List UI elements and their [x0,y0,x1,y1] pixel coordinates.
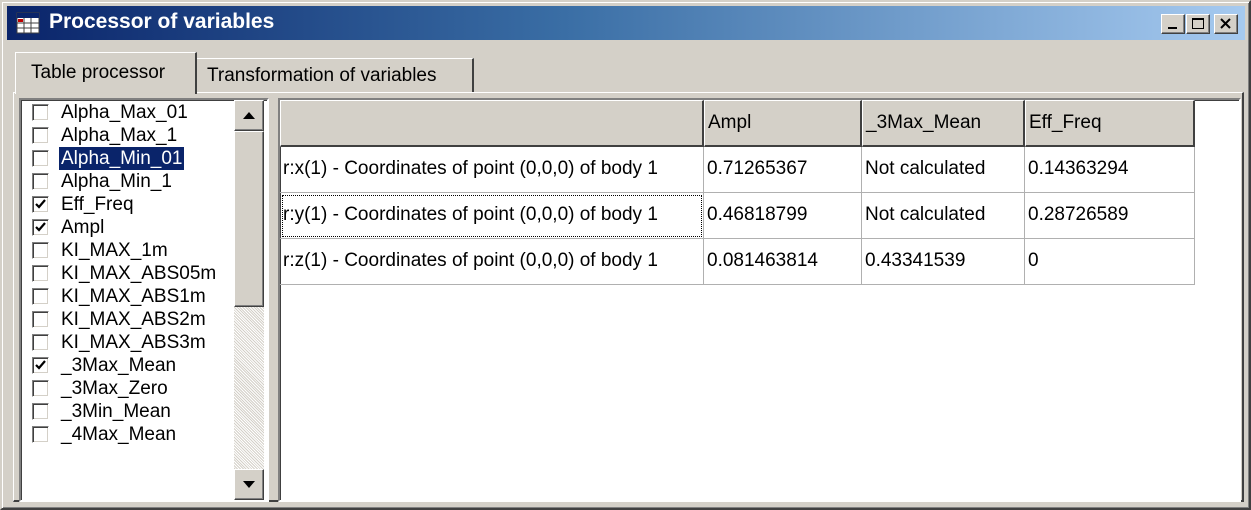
variable-checkbox[interactable] [32,288,49,305]
scroll-up-button[interactable] [234,100,264,131]
variable-label: _3Max_Mean [61,355,177,376]
grid-table-icon [16,12,40,34]
variable-checkbox[interactable] [32,403,49,420]
maximize-icon [1192,18,1204,29]
minimize-button[interactable] [1161,14,1185,34]
variable-checkbox[interactable] [32,311,49,328]
variable-label: _4Max_Mean [61,424,177,445]
variable-checkbox[interactable] [32,357,49,374]
title-bar[interactable]: Processor of variables [7,6,1245,40]
table-cell[interactable]: 0.71265367 [704,147,862,193]
variable-checkbox[interactable] [32,104,49,121]
variable-label: Alpha_Min_1 [61,171,172,192]
variable-checkbox[interactable] [32,242,49,259]
table-cell[interactable]: 0.46818799 [704,193,862,239]
tab-table-processor[interactable]: Table processor [15,52,197,94]
maximize-button[interactable] [1186,14,1210,34]
list-vertical-scrollbar[interactable] [234,100,264,500]
table-cell[interactable]: 0.14363294 [1025,147,1195,193]
variable-checkbox[interactable] [32,127,49,144]
variable-label: KI_MAX_ABS05m [61,263,217,284]
variables-checklist[interactable]: Alpha_Max_01 Alpha_Max_1 Alpha_Min_01 Alpha… [19,98,269,502]
table-cell[interactable]: 0 [1025,239,1195,285]
column-header[interactable]: Eff_Freq [1025,100,1195,147]
close-icon [1220,18,1231,29]
checkmark-icon [35,360,46,370]
variable-label: KI_MAX_ABS1m [61,286,206,307]
checkmark-icon [35,199,46,209]
arrow-up-icon [243,112,255,119]
processor-window: Processor of variables Transformation of… [0,0,1251,510]
tab-label: Transformation of variables [207,65,437,86]
variable-checkbox[interactable] [32,196,49,213]
row-header-cell[interactable]: r:y(1) - Coordinates of point (0,0,0) of… [280,193,704,239]
table-cell[interactable]: Not calculated [862,147,1025,193]
variable-checkbox[interactable] [32,380,49,397]
variable-label: KI_MAX_1m [61,240,168,261]
variable-checkbox[interactable] [32,173,49,190]
variable-checkbox[interactable] [32,426,49,443]
column-header[interactable]: Ampl [704,100,862,147]
arrow-down-icon [243,481,255,488]
variable-label: Alpha_Max_01 [61,102,188,123]
checkmark-icon [35,222,46,232]
tab-transformation-of-variables[interactable]: Transformation of variables [196,58,474,92]
close-button[interactable] [1214,14,1238,34]
row-header-cell[interactable]: r:z(1) - Coordinates of point (0,0,0) of… [280,239,704,285]
variable-checkbox[interactable] [32,265,49,282]
variable-label: Alpha_Max_1 [61,125,178,146]
variable-checkbox[interactable] [32,219,49,236]
variable-label: _3Min_Mean [61,401,171,422]
table-cell[interactable]: 0.43341539 [862,239,1025,285]
variable-checkbox[interactable] [32,150,49,167]
column-header-corner[interactable] [280,100,704,147]
scroll-down-button[interactable] [234,469,264,500]
minimize-icon [1168,27,1177,29]
variable-label: Ampl [61,217,105,238]
table-cell[interactable]: 0.28726589 [1025,193,1195,239]
variable-label: Eff_Freq [61,194,134,215]
variable-checkbox[interactable] [32,334,49,351]
column-header[interactable]: _3Max_Mean [862,100,1025,147]
row-header-cell[interactable]: r:x(1) - Coordinates of point (0,0,0) of… [280,147,704,193]
variable-label: KI_MAX_ABS3m [61,332,206,353]
variable-label: _3Max_Zero [61,378,168,399]
tab-label: Table processor [31,62,166,83]
variable-label: KI_MAX_ABS2m [61,309,206,330]
table-cell[interactable]: 0.081463814 [704,239,862,285]
window-title: Processor of variables [49,10,275,33]
results-table[interactable]: Ampl _3Max_Mean Eff_Freq r:x(1) - Coordinat… [278,98,1241,502]
scroll-thumb[interactable] [234,131,264,307]
variable-label: Alpha_Min_01 [59,147,185,170]
table-cell[interactable]: Not calculated [862,193,1025,239]
